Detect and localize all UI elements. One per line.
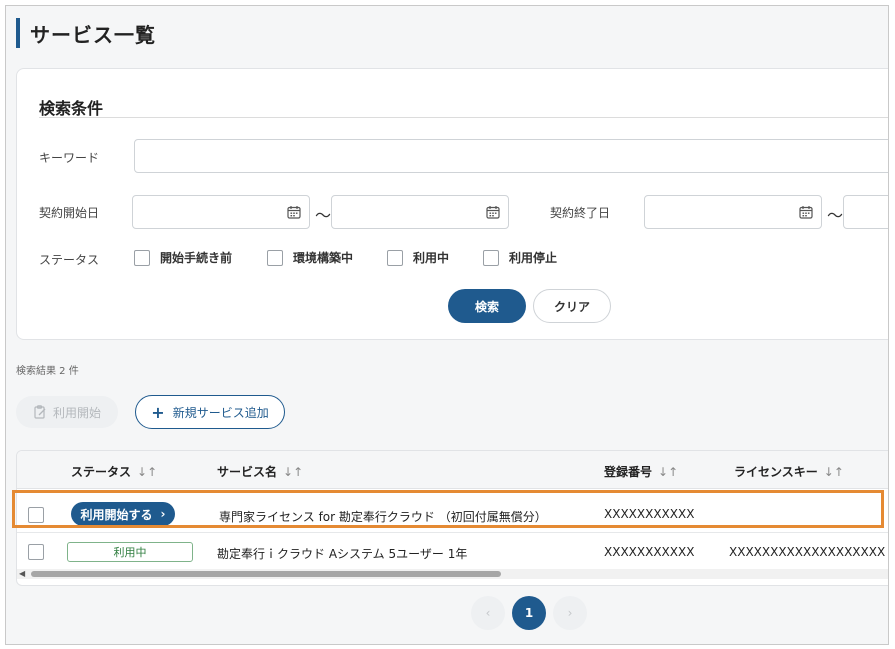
end-date-from-input[interactable] <box>644 195 822 229</box>
scroll-left-arrow-icon[interactable]: ◀ <box>19 569 25 578</box>
plus-icon: + <box>151 402 165 422</box>
next-page-button[interactable]: › <box>553 596 587 630</box>
column-header-service-name[interactable]: サービス名 ↓↑ <box>217 463 303 480</box>
start-use-action-badge[interactable]: 利用開始する › <box>71 502 175 526</box>
status-badge: 利用中 <box>67 542 193 562</box>
keyword-input[interactable] <box>134 139 888 173</box>
status-label: ステータス <box>39 253 100 267</box>
start-use-button[interactable]: 利用開始 <box>16 396 118 428</box>
table-row[interactable]: 利用開始する › 専門家ライセンス for 勘定奉行クラウド （初回付属無償分） … <box>17 497 888 533</box>
start-date-label: 契約開始日 <box>39 206 100 220</box>
status-option-before-start[interactable]: 開始手続き前 <box>134 249 232 266</box>
table-header: ステータス ↓↑ サービス名 ↓↑ 登録番号 ↓↑ ライセンスキー ↓↑ <box>17 451 888 489</box>
checkbox[interactable] <box>267 249 283 266</box>
service-name-cell: 専門家ライセンス for 勘定奉行クラウド （初回付属無償分） <box>219 510 547 524</box>
search-panel: 検索条件 キーワード 契約開始日 〜 契約終了日 〜 ステータス 開始手続き前 … <box>16 68 888 340</box>
status-option-env-building[interactable]: 環境構築中 <box>267 249 353 266</box>
section-divider <box>39 117 888 118</box>
title-accent-bar <box>16 18 20 48</box>
chevron-right-icon: › <box>160 507 166 521</box>
start-date-to-input[interactable] <box>331 195 509 229</box>
prev-page-button[interactable]: ‹ <box>471 596 505 630</box>
sort-icon[interactable]: ↓↑ <box>137 465 157 479</box>
service-name-cell: 勘定奉行ｉクラウド Aシステム 5ユーザー 1年 <box>217 547 468 561</box>
search-button[interactable]: 検索 <box>448 289 526 323</box>
page-header: サービス一覧 <box>16 18 156 48</box>
status-option-suspended[interactable]: 利用停止 <box>483 249 557 266</box>
status-option-in-use[interactable]: 利用中 <box>387 249 449 266</box>
reg-no-cell: XXXXXXXXXXX <box>604 545 695 559</box>
clear-button[interactable]: クリア <box>533 289 611 323</box>
checkbox[interactable] <box>134 249 150 266</box>
add-service-button[interactable]: + 新規サービス追加 <box>135 395 285 429</box>
date-range-separator: 〜 <box>315 206 332 225</box>
calendar-icon[interactable] <box>287 205 301 219</box>
date-range-separator: 〜 <box>827 206 844 225</box>
checkbox[interactable] <box>483 249 499 266</box>
sort-icon[interactable]: ↓↑ <box>283 465 303 479</box>
scrollbar-thumb[interactable] <box>31 571 501 577</box>
column-header-license-key[interactable]: ライセンスキー ↓↑ <box>734 463 844 480</box>
column-header-reg-no[interactable]: 登録番号 ↓↑ <box>604 463 678 480</box>
column-header-status[interactable]: ステータス ↓↑ <box>71 463 157 480</box>
table-row[interactable]: 利用中 勘定奉行ｉクラウド Aシステム 5ユーザー 1年 XXXXXXXXXXX… <box>17 534 888 570</box>
end-date-to-input[interactable] <box>843 195 888 229</box>
page-1-button[interactable]: 1 <box>512 596 546 630</box>
app-window: サービス一覧 検索条件 キーワード 契約開始日 〜 契約終了日 〜 ステータス … <box>5 5 889 645</box>
clipboard-edit-icon <box>34 405 46 419</box>
checkbox[interactable] <box>387 249 403 266</box>
sort-icon[interactable]: ↓↑ <box>658 465 678 479</box>
search-section-title: 検索条件 <box>39 99 104 118</box>
reg-no-cell: XXXXXXXXXXX <box>604 507 695 521</box>
services-table: ステータス ↓↑ サービス名 ↓↑ 登録番号 ↓↑ ライセンスキー ↓↑ 利用開始する ›… <box>16 450 888 586</box>
row-checkbox[interactable] <box>28 507 44 523</box>
horizontal-scrollbar[interactable]: ◀ <box>17 569 888 579</box>
page-title: サービス一覧 <box>30 22 156 47</box>
start-date-from-input[interactable] <box>132 195 310 229</box>
row-checkbox[interactable] <box>28 544 44 560</box>
pagination: ‹ 1 › <box>6 596 888 632</box>
result-count: 検索結果 2 件 <box>16 366 79 377</box>
calendar-icon[interactable] <box>799 205 813 219</box>
end-date-label: 契約終了日 <box>550 206 611 220</box>
license-key-cell: XXXXXXXXXXXXXXXXXXX <box>729 545 886 559</box>
calendar-icon[interactable] <box>486 205 500 219</box>
sort-icon[interactable]: ↓↑ <box>824 465 844 479</box>
keyword-label: キーワード <box>39 151 100 165</box>
